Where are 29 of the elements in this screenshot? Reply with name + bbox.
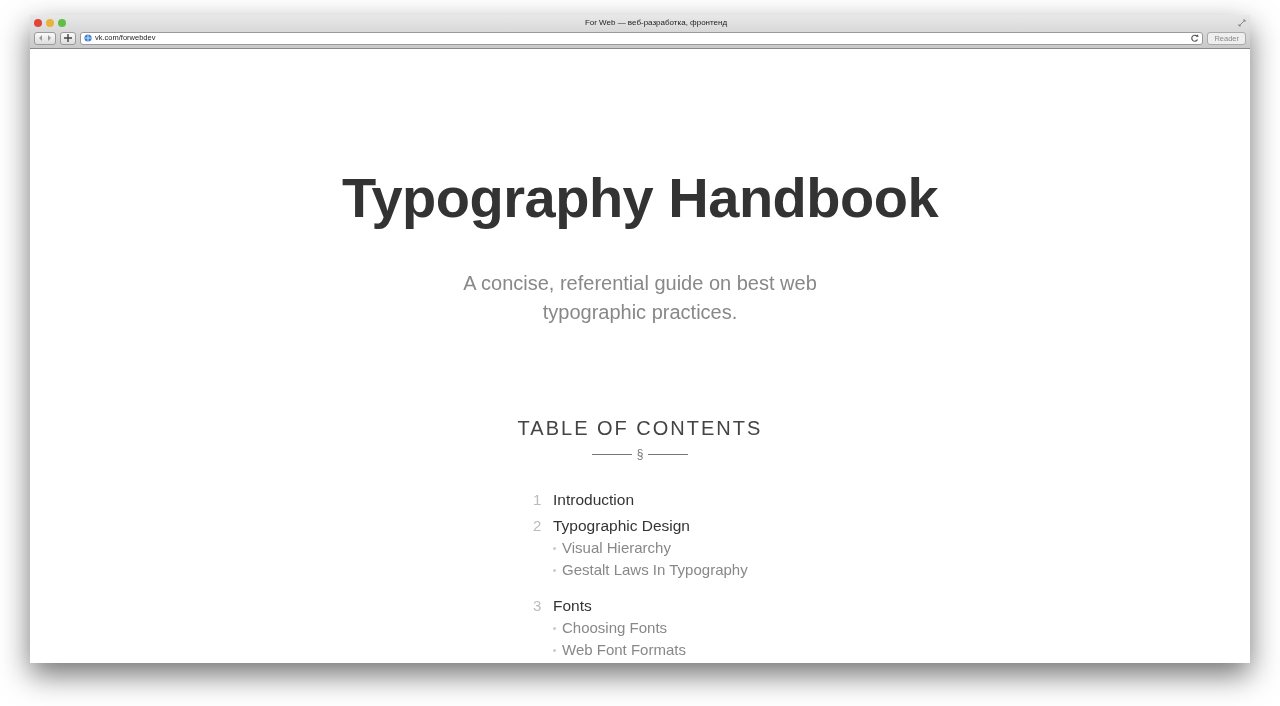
toc-link[interactable]: Fonts: [553, 595, 592, 618]
window-title: For Web — веб-разработка, фронтенд: [583, 17, 729, 29]
toc-link[interactable]: Web Font Formats: [562, 639, 686, 662]
back-forward-button[interactable]: [34, 31, 56, 45]
toc-link[interactable]: Visual Hierarchy: [562, 537, 671, 560]
page-title: Typography Handbook: [340, 165, 940, 231]
minimize-icon[interactable]: [46, 19, 54, 27]
zoom-icon[interactable]: [58, 19, 66, 27]
bullet-icon: [553, 626, 556, 630]
globe-icon: [84, 34, 92, 42]
toc-link[interactable]: Introduction: [553, 489, 634, 512]
add-button[interactable]: [60, 31, 76, 45]
toc-link[interactable]: Choosing Fonts: [562, 617, 668, 640]
toc-heading: TABLE OF CONTENTS: [516, 416, 764, 442]
section-number: 1: [533, 490, 543, 511]
bullet-icon: [553, 546, 556, 550]
bullet-icon: [553, 568, 556, 572]
toc-link[interactable]: Gestalt Laws In Typography: [562, 559, 748, 582]
page-subtitle: A concise, referential guide on best web typographic practices.: [462, 271, 818, 326]
reload-icon[interactable]: [1191, 34, 1200, 42]
bullet-icon: [553, 648, 556, 652]
close-icon[interactable]: [34, 19, 42, 27]
section-number: 2: [533, 516, 543, 537]
toc-link[interactable]: Typographic Design: [553, 515, 690, 538]
plus-icon: [64, 34, 72, 42]
section-ornament: §: [636, 446, 644, 464]
section-number: 3: [533, 596, 543, 617]
back-forward-icon: [38, 34, 52, 42]
fullscreen-icon[interactable]: [1238, 19, 1246, 27]
